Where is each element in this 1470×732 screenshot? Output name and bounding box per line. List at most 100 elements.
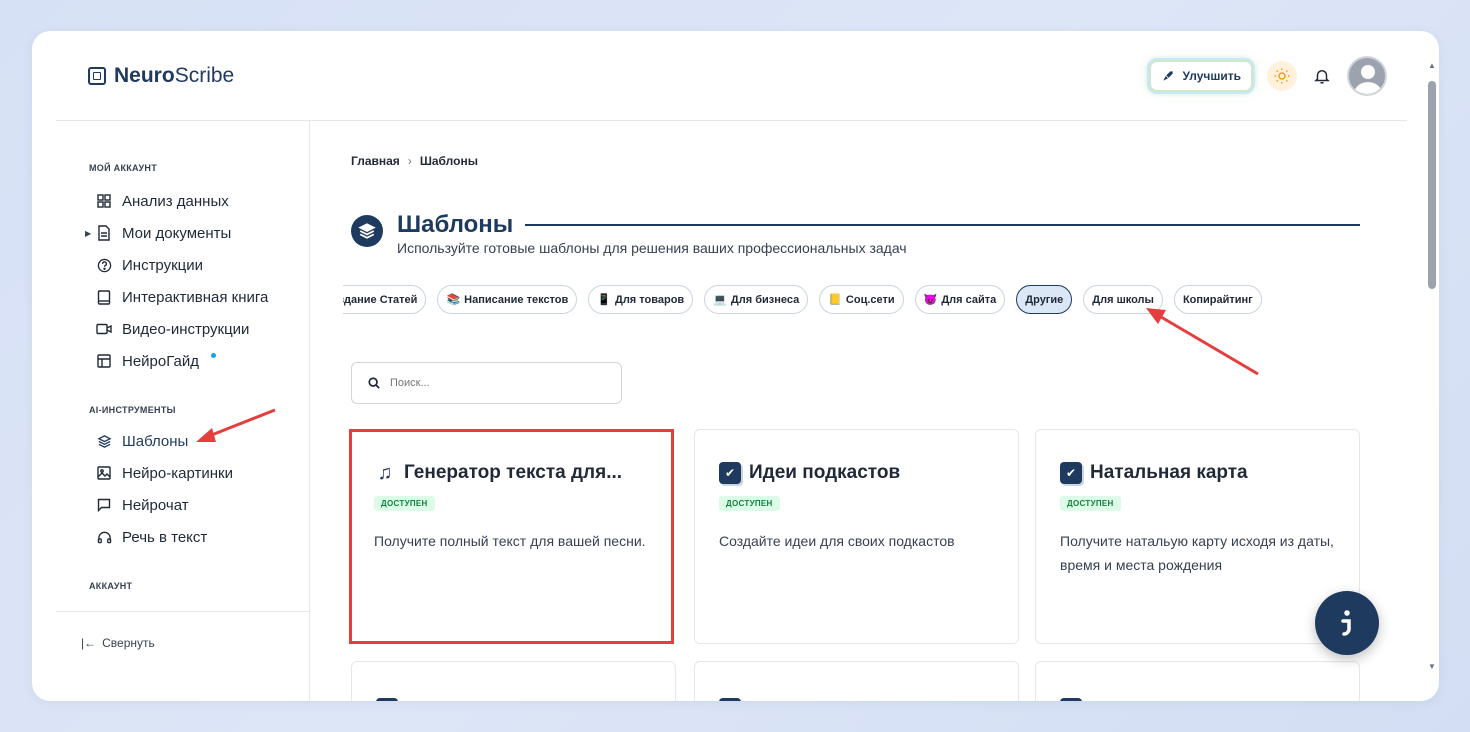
sidebar-item-analytics[interactable]: Анализ данных [96,185,309,217]
breadcrumb: Главная › Шаблоны [351,154,478,168]
search-input[interactable] [390,377,610,389]
tab-social[interactable]: 📒 Соц.сети [819,285,904,314]
breadcrumb-separator-icon: › [407,154,412,168]
logo[interactable]: NeuroScribe [88,64,234,88]
tab-products[interactable]: 📱 Для товаров [588,285,694,314]
sidebar-footer: |← Свернуть [56,611,309,701]
collapse-arrow-icon: |← [81,636,97,650]
breadcrumb-home[interactable]: Главная [351,154,400,168]
sun-icon [1274,68,1290,83]
tab-school[interactable]: Для школы [1083,285,1163,314]
card-description: Получите полный текст для вашей песни. [374,533,646,549]
help-circle-icon [96,257,112,273]
bell-icon [1314,69,1330,83]
tab-articles[interactable]: оздание Статей [343,285,427,314]
tab-business[interactable]: 💻 Для бизнеса [704,285,809,314]
header-actions: Улучшить [1148,55,1387,96]
tab-label: Для сайта [941,293,997,306]
sidebar-item-label: Интерактивная книга [122,288,269,306]
headphones-icon [96,529,112,545]
video-icon [96,321,112,337]
top-header: NeuroScribe Улучшить [56,31,1407,121]
sidebar-item-templates[interactable]: Шаблоны [96,425,309,457]
upgrade-button[interactable]: Улучшить [1148,59,1253,92]
card-title: Идеи подкастов [749,462,901,483]
section-title-account: МОЙ АККАУНТ [89,163,158,173]
template-card-natal-chart[interactable]: ✔ Натальная карта ДОСТУПЕН Получите ната… [1035,429,1360,644]
scroll-down-icon[interactable]: ▼ [1428,662,1436,671]
template-card-podcast-ideas[interactable]: ✔ Идеи подкастов ДОСТУПЕН Создайте идеи … [694,429,1019,644]
sidebar-item-instructions[interactable]: Инструкции [96,249,309,281]
tab-label: оздание Статей [343,293,418,306]
tab-label: Копирайтинг [1182,293,1253,306]
template-card-partial[interactable]: ✔ [1035,661,1360,701]
tab-label: Соц.сети [845,293,895,306]
checkbox-icon: ✔ [1060,698,1082,701]
sidebar-item-label: Видео-инструкции [122,320,250,338]
brand-regular: Scribe [174,63,235,87]
tab-label: Для школы [1092,293,1154,306]
search-icon [368,377,380,389]
chat-icon [96,497,112,513]
theme-toggle-button[interactable] [1267,60,1297,91]
image-icon [96,465,112,481]
section-title-user: АККАУНТ [89,581,133,591]
scroll-thumb[interactable] [1428,81,1436,289]
sidebar-item-label: Нейрочат [122,496,189,514]
card-description: Создайте идеи для своих подкастов [719,533,955,549]
status-badge: ДОСТУПЕН [719,496,780,511]
search-box[interactable] [351,362,622,404]
chat-support-button[interactable] [1315,591,1379,655]
template-card-partial[interactable]: ✔ [694,661,1019,701]
laptop-icon: 💻 [713,294,727,306]
sidebar-item-label: Инструкции [122,256,204,274]
template-card-partial[interactable]: ✔ [351,661,676,701]
avatar[interactable] [1347,55,1387,96]
tab-other[interactable]: Другие [1016,285,1073,314]
caret-right-icon[interactable]: ▶ [85,229,91,238]
section-title-ai-tools: AI-ИНСТРУМЕНТЫ [89,405,176,415]
upgrade-label: Улучшить [1182,68,1241,83]
sidebar-item-label: Нейро-картинки [122,464,233,482]
sidebar-item-interactive-book[interactable]: Интерактивная книга [96,281,309,313]
sidebar-item-video-instructions[interactable]: Видео-инструкции [96,313,309,345]
devil-icon: 😈 [923,294,938,306]
sidebar-item-speech-to-text[interactable]: Речь в текст [96,521,309,553]
collapse-label: Свернуть [102,636,155,650]
sidebar-item-label: Шаблоны [122,432,189,450]
chat-logo-icon [1341,610,1351,636]
template-card-song-lyrics[interactable]: ♫ Генератор текста для... ДОСТУПЕН Получ… [349,429,674,644]
title-divider [525,224,1360,226]
document-icon [96,225,112,241]
sidebar-item-neurochat[interactable]: Нейрочат [96,489,309,521]
tab-label: Для бизнеса [730,293,800,306]
sidebar: МОЙ АККАУНТ Анализ данных ▶ Мои документ… [56,121,310,701]
logo-icon [88,66,106,85]
music-icon: ♫ [377,461,393,484]
collapse-sidebar-button[interactable]: |← Свернуть [81,636,309,650]
sidebar-item-label: Анализ данных [122,192,229,210]
books-icon: 📚 [446,294,461,306]
main-content: Главная › Шаблоны Шаблоны Используйте го… [311,121,1401,701]
tab-label: Написание текстов [464,293,569,306]
sidebar-item-neuroguide[interactable]: НейроГайд [96,345,309,377]
status-badge: ДОСТУПЕН [1060,496,1121,511]
tab-copywriting[interactable]: Копирайтинг [1173,285,1262,314]
notifications-button[interactable] [1311,65,1333,87]
sidebar-item-documents[interactable]: ▶ Мои документы [85,217,309,249]
scroll-up-icon[interactable]: ▲ [1428,61,1436,70]
page-scrollbar[interactable]: ▲ ▼ [1425,61,1439,671]
tab-website[interactable]: 😈 Для сайта [914,285,1006,314]
tab-text-writing[interactable]: 📚 Написание текстов [437,285,578,314]
tab-label: Для товаров [614,293,685,306]
new-indicator-dot [211,352,216,358]
book-icon [96,289,112,305]
layers-icon [96,433,112,449]
checkbox-icon: ✔ [376,698,398,701]
layout-icon [96,353,112,369]
breadcrumb-current: Шаблоны [419,154,478,168]
rocket-icon [1162,70,1173,81]
layers-icon [351,215,383,247]
checkbox-icon: ✔ [719,698,741,701]
sidebar-item-neuro-images[interactable]: Нейро-картинки [96,457,309,489]
